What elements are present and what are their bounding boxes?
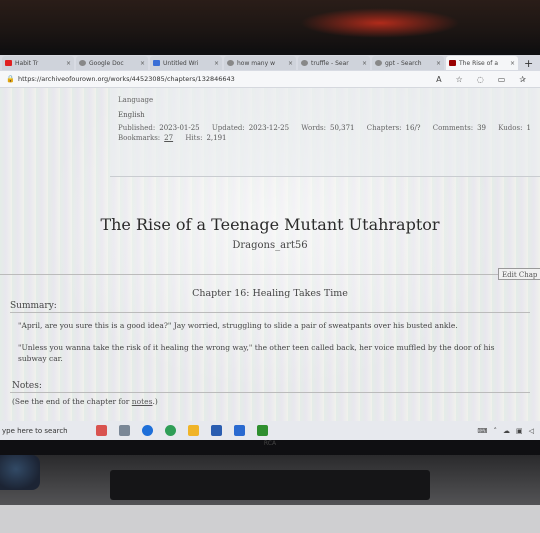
published-label: Published: xyxy=(118,124,156,132)
close-icon[interactable]: × xyxy=(140,60,145,67)
tab-rise-of[interactable]: The Rise of a × xyxy=(446,56,518,70)
updated-value: 2023-12-25 xyxy=(248,124,290,132)
published-value: 2023-01-25 xyxy=(159,124,200,132)
divider xyxy=(10,312,530,313)
chevron-up-icon[interactable]: ˄ xyxy=(493,427,497,435)
language-label: Language xyxy=(118,96,154,104)
close-icon[interactable]: × xyxy=(66,60,71,67)
work-title: The Rise of a Teenage Mutant Utahraptor xyxy=(100,215,440,234)
hits-label: Hits: xyxy=(185,134,203,142)
notes-text: (See the end of the chapter for notes.) xyxy=(12,397,158,406)
divider xyxy=(0,274,498,275)
room-wall xyxy=(0,0,540,55)
close-icon[interactable]: × xyxy=(436,60,441,67)
comments-value[interactable]: 39 xyxy=(477,124,486,132)
docs-icon xyxy=(153,60,160,66)
tab-label: gpt - Search xyxy=(385,59,422,67)
tab-label: The Rise of a xyxy=(459,59,498,67)
house-icon[interactable] xyxy=(96,425,107,436)
close-icon[interactable]: × xyxy=(214,60,219,67)
favorite-star-icon[interactable]: ☆ xyxy=(456,75,463,84)
lock-icon[interactable]: 🔒 xyxy=(6,75,15,83)
chapters-label: Chapters: xyxy=(366,124,402,132)
tab-truffle[interactable]: truffle - Sear × xyxy=(298,56,370,70)
tab-label: how many w xyxy=(237,59,275,67)
search-icon xyxy=(375,60,382,66)
tab-bar: Habit Tr × Google Doc × Untitled Wri × how … xyxy=(0,55,540,71)
notes-suffix: .) xyxy=(152,397,158,406)
collections-icon[interactable]: ✰ xyxy=(519,75,526,84)
display-icon[interactable]: ▣ xyxy=(516,427,523,435)
chrome-icon[interactable] xyxy=(165,425,176,436)
taskbar: ype here to search ⌨ ˄ ☁ ▣ ◁ xyxy=(0,421,540,440)
keyboard-icon[interactable]: ⌨ xyxy=(477,427,487,435)
tab-label: Untitled Wri xyxy=(163,59,199,67)
tab-google-doc[interactable]: Google Doc × xyxy=(76,56,148,70)
ao3-page: Language English Published: 2023-01-25 Up… xyxy=(0,88,540,421)
search-icon xyxy=(301,60,308,66)
summary-paragraph-1: "April, are you sure this is a good idea… xyxy=(18,321,458,330)
chapters-value: 16/? xyxy=(405,124,421,132)
bookmarks-label: Bookmarks: xyxy=(118,134,161,142)
mail-icon[interactable] xyxy=(234,425,245,436)
tab-label: truffle - Sear xyxy=(311,59,349,67)
network-icon[interactable]: ☁ xyxy=(503,427,510,435)
search-icon xyxy=(227,60,234,66)
new-tab-button[interactable]: + xyxy=(524,57,533,70)
url-field[interactable]: https://archiveofourown.org/works/445230… xyxy=(18,75,235,83)
tab-habit[interactable]: Habit Tr × xyxy=(2,56,74,70)
kudos-label: Kudos: xyxy=(498,124,523,132)
mug xyxy=(0,455,40,490)
edge-icon[interactable] xyxy=(142,425,153,436)
shelf xyxy=(0,505,540,533)
kudos-value: 1 xyxy=(526,124,531,132)
edit-chapter-button[interactable]: Edit Chap xyxy=(498,268,540,280)
tab-gpt[interactable]: gpt - Search × xyxy=(372,56,444,70)
red-glow xyxy=(300,8,460,38)
tab-untitled[interactable]: Untitled Wri × xyxy=(150,56,222,70)
close-icon[interactable]: × xyxy=(510,60,515,67)
youtube-icon xyxy=(5,60,12,66)
words-value: 50,371 xyxy=(330,124,355,132)
store-icon[interactable] xyxy=(211,425,222,436)
summary-heading: Summary: xyxy=(10,301,57,311)
notes-link[interactable]: notes xyxy=(132,397,153,406)
tab-label: Google Doc xyxy=(89,59,124,67)
tv-base xyxy=(110,470,430,500)
search-icon xyxy=(79,60,86,66)
xbox-icon[interactable] xyxy=(257,425,268,436)
bookmarks-value[interactable]: 27 xyxy=(164,134,173,142)
tv-brand: RCA xyxy=(263,440,277,447)
divider xyxy=(10,392,530,393)
split-screen-icon[interactable]: ▭ xyxy=(498,75,506,84)
words-label: Words: xyxy=(301,124,327,132)
task-view-icon[interactable] xyxy=(119,425,130,436)
close-icon[interactable]: × xyxy=(362,60,367,67)
work-meta: Language English Published: 2023-01-25 Up… xyxy=(118,93,540,143)
taskbar-search[interactable]: ype here to search xyxy=(0,427,90,435)
chapter-title[interactable]: Chapter 16: Healing Takes Time xyxy=(0,288,540,299)
updated-label: Updated: xyxy=(211,124,245,132)
language-value: English xyxy=(118,111,145,119)
tab-label: Habit Tr xyxy=(15,59,39,67)
summary-paragraph-2: "Unless you wanna take the risk of it he… xyxy=(18,343,495,363)
comments-label[interactable]: Comments: xyxy=(433,124,473,132)
address-bar: 🔒 https://archiveofourown.org/works/4452… xyxy=(0,71,540,88)
close-icon[interactable]: × xyxy=(288,60,293,67)
hits-value: 2,191 xyxy=(206,134,227,142)
monitor-screen: Habit Tr × Google Doc × Untitled Wri × how … xyxy=(0,55,540,440)
folder-icon[interactable] xyxy=(188,425,199,436)
ao3-icon xyxy=(449,60,456,66)
tab-how-many[interactable]: how many w × xyxy=(224,56,296,70)
work-author[interactable]: Dragons_art56 xyxy=(0,240,540,251)
notes-prefix: (See the end of the chapter for xyxy=(12,397,132,406)
notes-heading: Notes: xyxy=(12,381,42,391)
extension-icon[interactable]: ◌ xyxy=(477,75,484,84)
read-aloud-icon[interactable]: A xyxy=(436,75,441,84)
volume-icon[interactable]: ◁ xyxy=(529,427,534,435)
